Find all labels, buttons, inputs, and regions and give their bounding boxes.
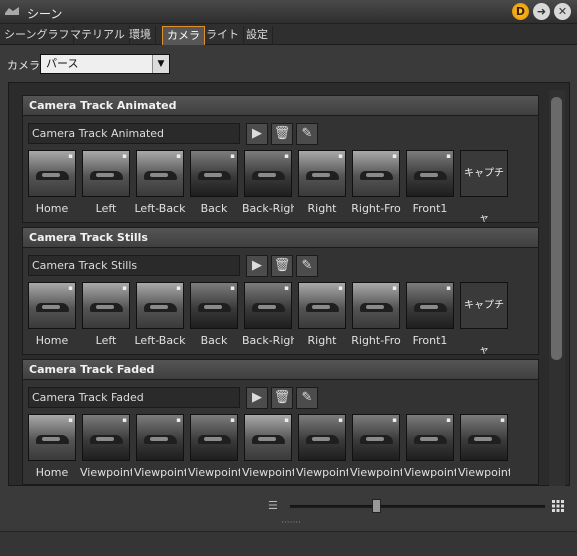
tab-settings[interactable]: 設定	[242, 26, 273, 45]
tab-scene-graph[interactable]: シーングラフ	[0, 26, 75, 45]
group-header[interactable]: Camera Track Faded	[23, 360, 538, 380]
track-name-field[interactable]: Camera Track Faded	[28, 387, 240, 408]
resize-grip-icon[interactable]: ·······	[281, 518, 301, 528]
thumbnail-row: ▪ ▪ ▪ ▪ ▪ ▪ ▪ ▪ キャプチャ Home Left Left-Bac…	[28, 282, 540, 356]
thumbnail-label: Viewpoint	[188, 466, 240, 479]
viewpoint-thumbnail[interactable]: ▪	[406, 150, 454, 197]
thumbnail-label: Home	[35, 202, 69, 215]
camera-label: カメラ	[7, 59, 40, 72]
thumbnail-label: Left	[95, 202, 117, 215]
viewpoint-thumbnail[interactable]: ▪	[298, 414, 346, 461]
thumbnail-label: Back	[200, 202, 228, 215]
viewpoint-thumbnail[interactable]: ▪	[82, 414, 130, 461]
play-icon[interactable]: ▶	[246, 387, 268, 409]
viewpoint-thumbnail[interactable]: ▪	[82, 150, 130, 197]
slider-handle[interactable]	[372, 499, 381, 513]
thumbnail-label: Left-Back	[134, 334, 186, 347]
viewpoint-thumbnail[interactable]: ▪	[298, 282, 346, 329]
capture-button[interactable]: キャプチャ	[460, 282, 508, 356]
camera-track-group: Camera Track Faded Camera Track Faded ▶ …	[22, 359, 539, 485]
thumbnail-label: Viewpoint	[134, 466, 186, 479]
viewpoint-thumbnail[interactable]: ▪	[352, 282, 400, 329]
play-icon[interactable]: ▶	[246, 123, 268, 145]
thumbnail-label: Viewpoint	[350, 466, 402, 479]
thumbnail-label: Right	[307, 202, 337, 215]
thumbnail-label: Right	[307, 334, 337, 347]
scene-app-icon	[4, 5, 20, 19]
tab-camera[interactable]: カメラ	[162, 26, 205, 45]
tab-light[interactable]: ライト	[202, 26, 244, 45]
thumbnail-label: Right-Fro	[351, 334, 401, 347]
thumbnail-label: Left	[95, 334, 117, 347]
thumbnail-label: Viewpoint	[404, 466, 456, 479]
viewpoint-thumbnail[interactable]: ▪	[406, 414, 454, 461]
viewpoint-thumbnail[interactable]: ▪	[82, 282, 130, 329]
group-header[interactable]: Camera Track Animated	[23, 96, 538, 116]
help-badge-icon[interactable]: D	[512, 3, 529, 20]
viewpoint-thumbnail[interactable]: ▪	[406, 282, 454, 329]
thumbnail-label: Viewpoint	[458, 466, 510, 479]
wrench-icon[interactable]: ✎	[296, 387, 318, 409]
camera-track-group: Camera Track Stills Camera Track Stills …	[22, 227, 540, 356]
thumbnail-row: ▪ ▪ ▪ ▪ ▪ ▪ ▪ ▪ ▪ Home Viewpoint Viewpoi…	[28, 414, 540, 484]
thumbnail-label: Front1	[412, 202, 448, 215]
trash-icon[interactable]: 🗑	[271, 123, 293, 145]
camera-track-group: Camera Track Animated Camera Track Anima…	[22, 95, 540, 224]
viewpoint-thumbnail[interactable]: ▪	[190, 150, 238, 197]
thumbnail-label: Home	[35, 466, 69, 479]
viewpoint-thumbnail[interactable]: ▪	[190, 414, 238, 461]
thumbnail-size-slider[interactable]	[290, 505, 545, 508]
viewpoint-thumbnail[interactable]: ▪	[28, 150, 76, 197]
tab-environment[interactable]: 環境	[125, 26, 156, 45]
viewpoint-thumbnail[interactable]: ▪	[28, 414, 76, 461]
viewpoint-thumbnail[interactable]: ▪	[244, 414, 292, 461]
viewpoint-thumbnail[interactable]: ▪	[136, 414, 184, 461]
thumbnail-label: Back-Righ	[242, 202, 294, 215]
scrollbar-thumb[interactable]	[551, 97, 562, 360]
thumbnail-label: Viewpoint	[296, 466, 348, 479]
thumbnail-label: Left-Back	[134, 202, 186, 215]
thumbnail-label: Back	[200, 334, 228, 347]
viewpoint-thumbnail[interactable]: ▪	[244, 282, 292, 329]
tab-bar: シーングラフ マテリアル 環境 カメラ ライト 設定	[0, 24, 577, 45]
thumbnail-row: ▪ ▪ ▪ ▪ ▪ ▪ ▪ ▪ キャプチャ Home Left Left-Bac…	[28, 150, 540, 224]
thumbnail-label: Front1	[412, 334, 448, 347]
viewpoint-thumbnail[interactable]: ▪	[244, 150, 292, 197]
play-icon[interactable]: ▶	[246, 255, 268, 277]
next-arrow-icon[interactable]: ➜	[533, 3, 550, 20]
thumbnail-label: Right-Fro	[351, 202, 401, 215]
thumbnail-label: Viewpoint	[80, 466, 132, 479]
thumbnail-label: Viewpoint	[242, 466, 294, 479]
grid-icon[interactable]	[552, 500, 564, 512]
viewpoint-thumbnail[interactable]: ▪	[352, 414, 400, 461]
close-icon[interactable]: ✕	[554, 3, 571, 20]
wrench-icon[interactable]: ✎	[296, 123, 318, 145]
trash-icon[interactable]: 🗑	[271, 387, 293, 409]
trash-icon[interactable]: 🗑	[271, 255, 293, 277]
camera-select-value: パース	[46, 57, 79, 70]
window-title: シーン	[27, 7, 63, 21]
viewpoint-thumbnail[interactable]: ▪	[136, 282, 184, 329]
viewpoint-thumbnail[interactable]: ▪	[352, 150, 400, 197]
chevron-down-icon[interactable]: ▼	[152, 55, 169, 73]
title-bar: シーン D ➜ ✕	[0, 0, 577, 24]
track-name-field[interactable]: Camera Track Stills	[28, 255, 240, 276]
thumbnail-label: Home	[35, 334, 69, 347]
wrench-icon[interactable]: ✎	[296, 255, 318, 277]
thumbnail-label: Back-Righ	[242, 334, 294, 347]
viewpoint-thumbnail[interactable]: ▪	[460, 414, 508, 461]
group-header[interactable]: Camera Track Stills	[23, 228, 538, 248]
viewpoint-thumbnail[interactable]: ▪	[298, 150, 346, 197]
capture-button[interactable]: キャプチャ	[460, 150, 508, 224]
list-icon[interactable]: ☰	[268, 500, 280, 512]
viewpoint-thumbnail[interactable]: ▪	[136, 150, 184, 197]
status-bar	[0, 531, 577, 556]
tab-materials[interactable]: マテリアル	[66, 26, 130, 45]
viewpoint-thumbnail[interactable]: ▪	[28, 282, 76, 329]
camera-select[interactable]: パース ▼	[40, 54, 170, 74]
viewpoint-thumbnail[interactable]: ▪	[190, 282, 238, 329]
track-name-field[interactable]: Camera Track Animated	[28, 123, 240, 144]
